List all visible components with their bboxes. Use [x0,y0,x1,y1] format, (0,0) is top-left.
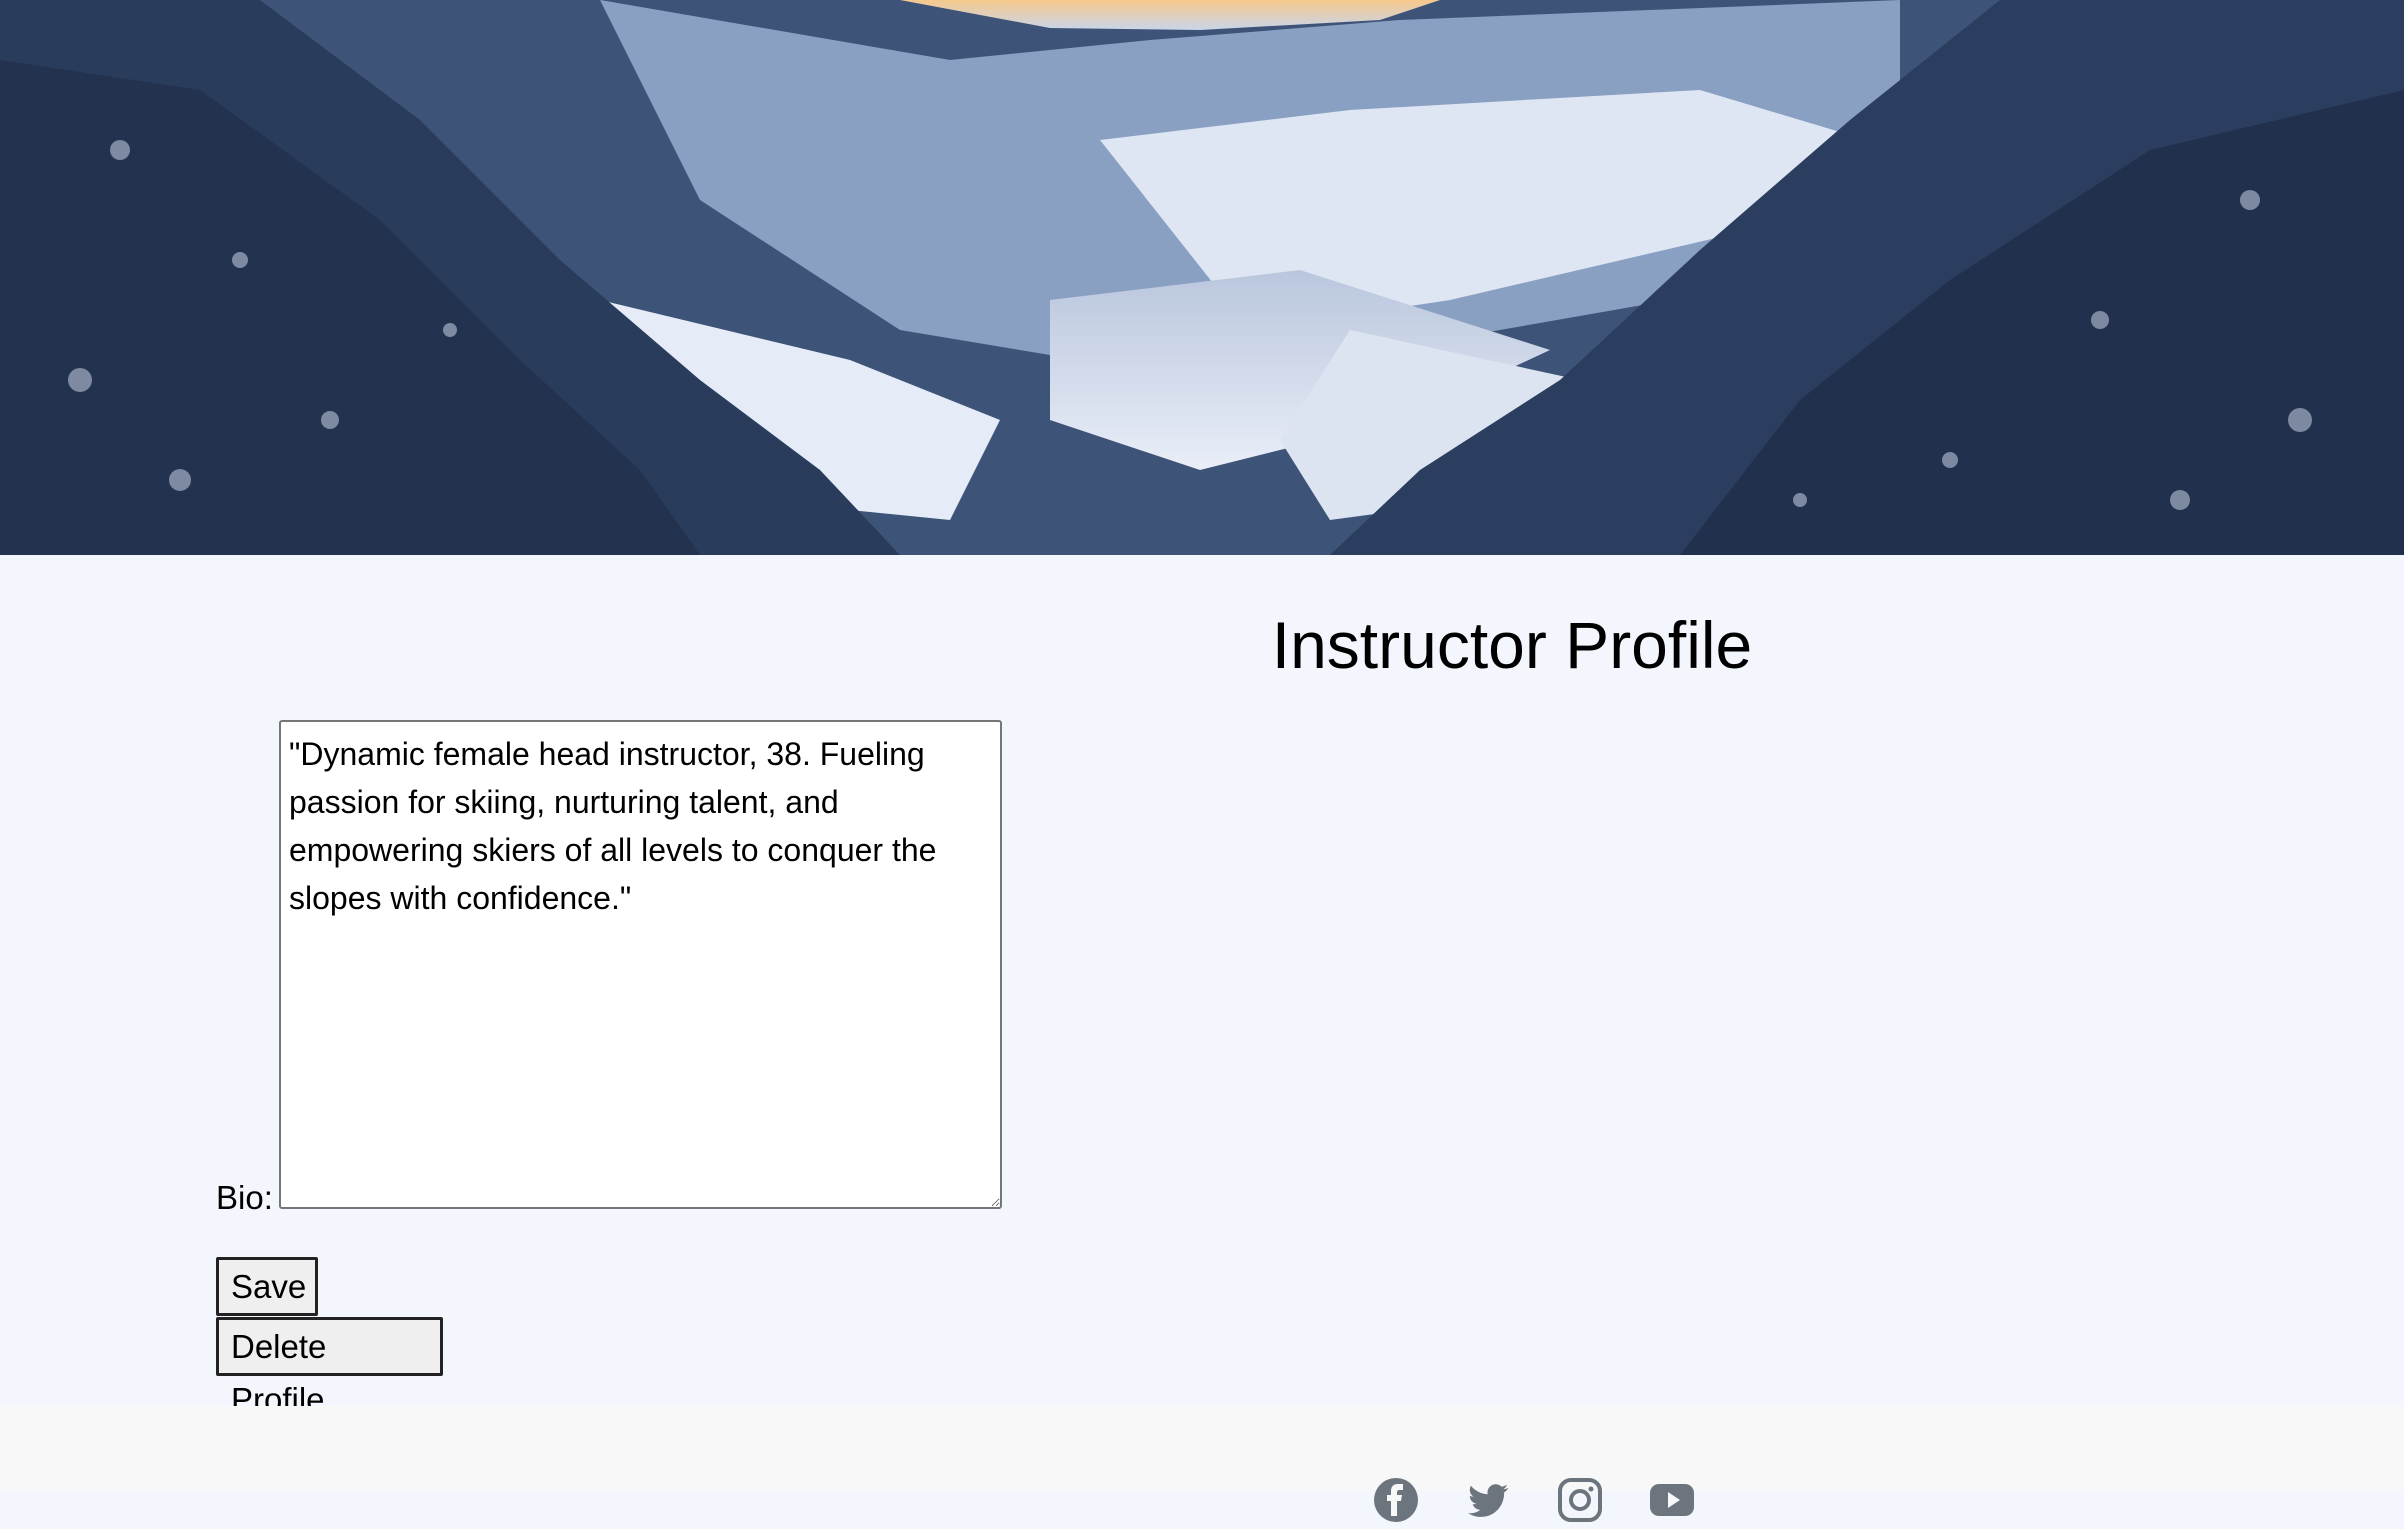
instagram-icon[interactable] [1556,1476,1604,1524]
social-links [1372,1476,1696,1524]
profile-section: Instructor Profile Bio: "Dynamic female … [0,555,2404,1418]
bio-textarea[interactable]: "Dynamic female head instructor, 38. Fue… [279,720,1002,1209]
facebook-icon[interactable] [1372,1476,1420,1524]
page-title: Instructor Profile [1271,608,1753,682]
hero-banner [0,0,2404,555]
twitter-icon[interactable] [1464,1476,1512,1524]
footer [0,1406,2404,1522]
delete-profile-button[interactable]: Delete Profile [216,1317,443,1418]
mountain-landscape-image [0,0,2404,555]
bio-label: Bio: [216,1179,273,1216]
save-button[interactable]: Save [216,1257,318,1316]
youtube-icon[interactable] [1648,1476,1696,1524]
